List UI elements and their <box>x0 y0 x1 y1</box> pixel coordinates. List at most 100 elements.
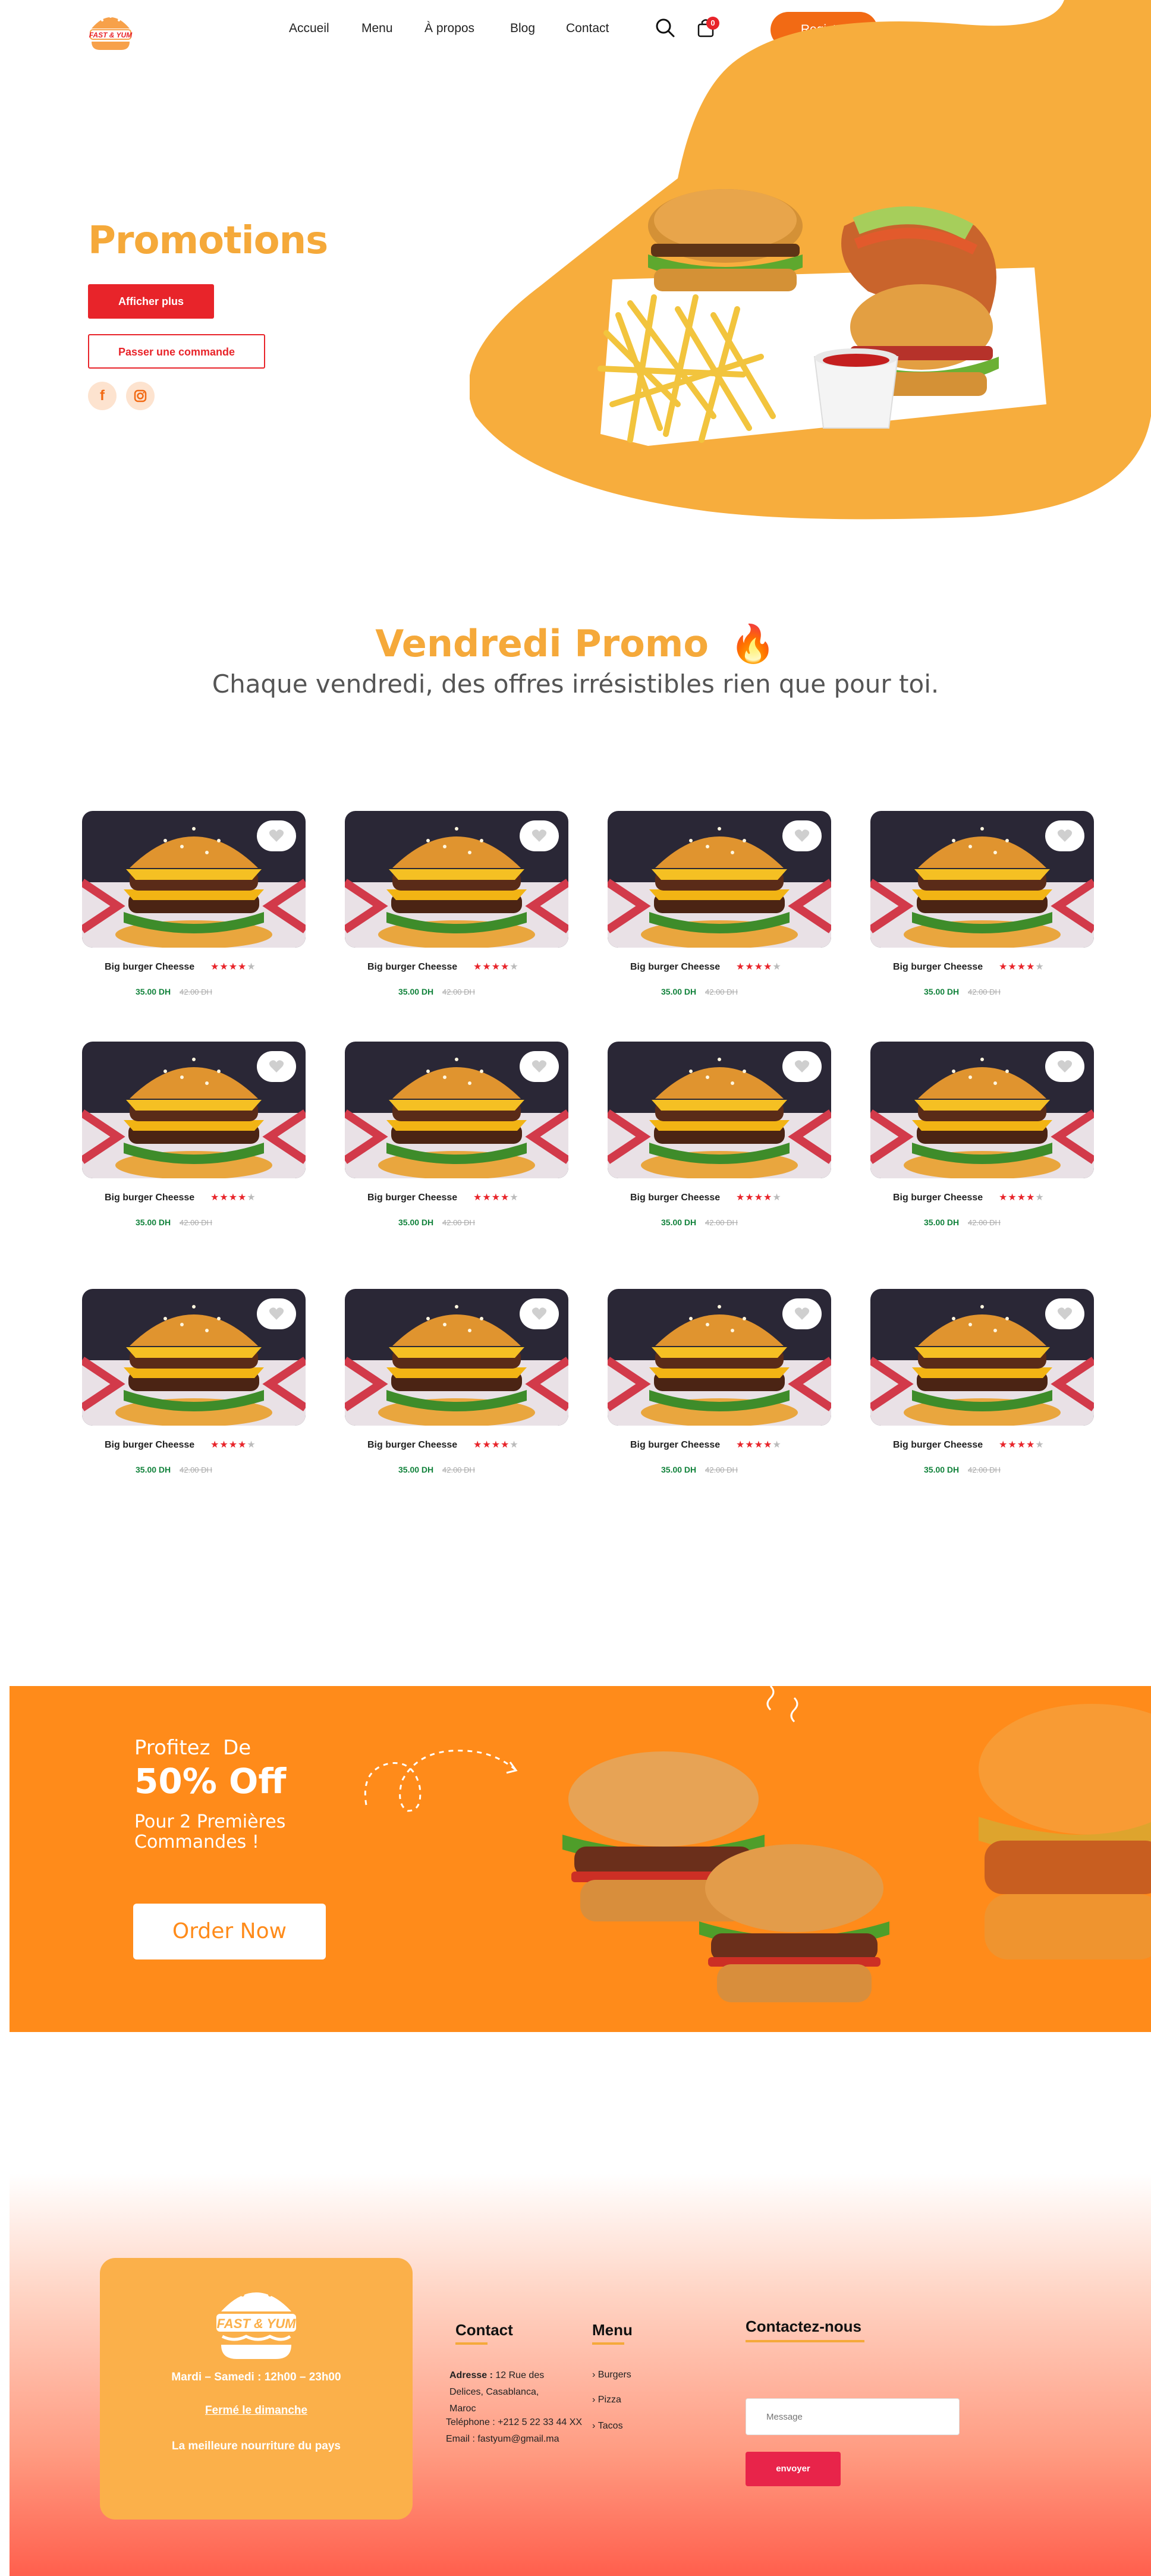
product-old-price: 42.00 DH <box>180 987 212 996</box>
product-name[interactable]: Big burger Cheesse <box>630 1193 720 1203</box>
heart-icon <box>532 829 547 842</box>
footer-logo: FAST & YUM <box>216 2277 296 2363</box>
footer-contact-us-title: Contactez-nous <box>746 2317 861 2335</box>
product-card[interactable] <box>870 1289 1094 1426</box>
heart-icon <box>269 829 284 842</box>
blurred-burger-image <box>979 1704 1151 1959</box>
footer-menu-burgers-label: Burgers <box>597 2370 631 2380</box>
product-name[interactable]: Big burger Cheesse <box>105 1440 194 1451</box>
heart-icon <box>1057 1060 1073 1072</box>
promo-title-text: Vendredi Promo <box>375 622 709 665</box>
product-rating: ★★★★★ <box>999 1440 1045 1450</box>
product-card[interactable] <box>608 811 831 948</box>
product-card[interactable] <box>82 811 306 948</box>
product-price: 35.00 DH <box>136 1218 171 1227</box>
product-card[interactable] <box>608 1289 831 1426</box>
product-old-price: 42.00 DH <box>968 1218 1001 1227</box>
product-card[interactable] <box>82 1042 306 1178</box>
product-price: 35.00 DH <box>661 1218 697 1227</box>
product-price: 35.00 DH <box>136 1465 171 1474</box>
product-name[interactable]: Big burger Cheesse <box>105 1193 194 1203</box>
favorite-button[interactable] <box>520 1298 559 1329</box>
favorite-button[interactable] <box>782 1298 822 1329</box>
address-label: Adresse : <box>449 2370 493 2380</box>
product-name[interactable]: Big burger Cheesse <box>630 1440 720 1451</box>
order-button[interactable]: Passer une commande <box>88 334 265 369</box>
product-card[interactable] <box>608 1042 831 1178</box>
product-card[interactable] <box>345 1289 568 1426</box>
heart-icon <box>1057 1307 1073 1320</box>
product-price: 35.00 DH <box>398 1218 434 1227</box>
message-input[interactable] <box>746 2398 960 2435</box>
product-rating: ★★★★★ <box>473 1193 519 1203</box>
product-rating: ★★★★★ <box>473 962 519 972</box>
product-card[interactable] <box>345 811 568 948</box>
product-card[interactable] <box>870 1042 1094 1178</box>
nav-menu[interactable]: Menu <box>361 21 393 36</box>
product-card[interactable] <box>82 1289 306 1426</box>
footer-menu-title: Menu <box>592 2321 633 2339</box>
heart-icon <box>269 1060 284 1072</box>
fire-icon: 🔥 <box>729 622 776 665</box>
brand-logo[interactable]: FAST & YUM <box>88 8 133 51</box>
product-rating: ★★★★★ <box>999 1193 1045 1203</box>
nav-a-propos[interactable]: À propos <box>424 21 474 36</box>
product-old-price: 42.00 DH <box>705 1465 738 1474</box>
product-name[interactable]: Big burger Cheesse <box>367 1193 457 1203</box>
footer-contact-us-underline <box>746 2340 864 2342</box>
product-name[interactable]: Big burger Cheesse <box>630 962 720 973</box>
footer-menu-tacos-label: Tacos <box>597 2421 623 2431</box>
favorite-button[interactable] <box>1045 1051 1084 1082</box>
product-old-price: 42.00 DH <box>968 987 1001 996</box>
product-rating: ★★★★★ <box>210 962 256 972</box>
product-name[interactable]: Big burger Cheesse <box>367 1440 457 1451</box>
product-old-price: 42.00 DH <box>968 1465 1001 1474</box>
footer-menu-burgers[interactable]: › Burgers <box>592 2370 631 2380</box>
favorite-button[interactable] <box>782 1051 822 1082</box>
favorite-button[interactable] <box>257 1051 296 1082</box>
footer-email[interactable]: Email : fastyum@gmail.ma <box>446 2434 559 2445</box>
heart-icon <box>794 1060 810 1072</box>
brand-logo-text: FAST & YUM <box>89 31 133 39</box>
product-price: 35.00 DH <box>661 987 697 996</box>
order-now-button[interactable]: Order Now <box>133 1904 326 1959</box>
product-card[interactable] <box>345 1042 568 1178</box>
banner-discount: 50% Off <box>134 1761 287 1801</box>
promo-subtitle: Chaque vendredi, des offres irrésistible… <box>212 669 939 699</box>
address-line3: Maroc <box>449 2404 476 2414</box>
product-old-price: 42.00 DH <box>442 1465 475 1474</box>
hero-food-image <box>597 189 1046 446</box>
product-name[interactable]: Big burger Cheesse <box>893 1440 983 1451</box>
favorite-button[interactable] <box>257 1298 296 1329</box>
footer-menu-underline <box>592 2342 624 2345</box>
product-card[interactable] <box>870 811 1094 948</box>
product-name[interactable]: Big burger Cheesse <box>893 1193 983 1203</box>
favorite-button[interactable] <box>1045 1298 1084 1329</box>
footer-menu-pizza[interactable]: › Pizza <box>592 2395 621 2405</box>
product-rating: ★★★★★ <box>736 1440 782 1450</box>
footer-tagline: La meilleure nourriture du pays <box>171 2440 341 2452</box>
product-rating: ★★★★★ <box>736 962 782 972</box>
product-old-price: 42.00 DH <box>705 1218 738 1227</box>
facebook-icon[interactable]: f <box>88 382 117 410</box>
favorite-button[interactable] <box>520 820 559 851</box>
product-name[interactable]: Big burger Cheesse <box>367 962 457 973</box>
nav-accueil[interactable]: Accueil <box>289 21 329 36</box>
product-rating: ★★★★★ <box>999 962 1045 972</box>
promo-title: Vendredi Promo 🔥 <box>0 622 1151 666</box>
favorite-button[interactable] <box>1045 820 1084 851</box>
heart-icon <box>794 1307 810 1320</box>
send-button[interactable]: envoyer <box>746 2452 841 2486</box>
favorite-button[interactable] <box>257 820 296 851</box>
favorite-button[interactable] <box>782 820 822 851</box>
product-name[interactable]: Big burger Cheesse <box>105 962 194 973</box>
instagram-icon[interactable] <box>126 382 155 410</box>
product-name[interactable]: Big burger Cheesse <box>893 962 983 973</box>
favorite-button[interactable] <box>520 1051 559 1082</box>
product-old-price: 42.00 DH <box>705 987 738 996</box>
footer-menu-tacos[interactable]: › Tacos <box>592 2421 623 2432</box>
show-more-button[interactable]: Afficher plus <box>88 284 214 319</box>
product-old-price: 42.00 DH <box>442 987 475 996</box>
arrow-doodle-icon <box>364 1750 518 1812</box>
heart-icon <box>532 1060 547 1072</box>
